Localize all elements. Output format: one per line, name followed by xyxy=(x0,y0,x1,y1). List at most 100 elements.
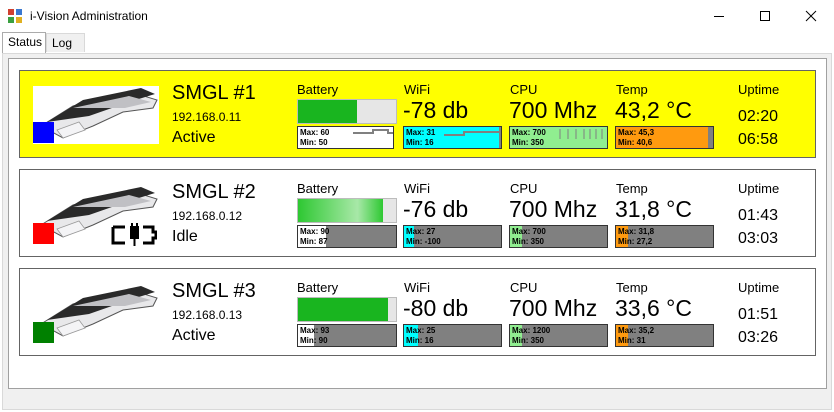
tab-status[interactable]: Status xyxy=(2,32,46,53)
device-state: Active xyxy=(172,327,216,344)
device-card[interactable]: SMGL #2 192.168.0.12 Idle Battery Max: 9… xyxy=(19,169,816,257)
cpu-max: Max: 700 xyxy=(512,227,546,236)
temp-min: Min: 27,2 xyxy=(618,237,653,246)
cpu-max: Max: 1200 xyxy=(512,326,551,335)
device-name: SMGL #3 xyxy=(172,280,256,302)
device-image xyxy=(33,185,159,246)
battery-bar xyxy=(297,99,397,124)
cpu-value: 700 Mhz xyxy=(509,295,598,321)
battery-fill xyxy=(298,199,384,222)
cpu-value: 700 Mhz xyxy=(509,196,598,222)
wifi-min: Min: -100 xyxy=(406,237,441,246)
status-indicator xyxy=(33,122,54,143)
device-card[interactable]: SMGL #1 192.168.0.11 Active Battery Max:… xyxy=(19,70,816,158)
battery-max: Max: 60 xyxy=(300,128,330,137)
temp-history: Max: 35,2 Min: 31 xyxy=(615,324,714,347)
wifi-label: WiFi xyxy=(404,82,430,97)
battery-label: Battery xyxy=(297,181,339,196)
wifi-label: WiFi xyxy=(404,280,430,295)
device-name: SMGL #2 xyxy=(172,181,256,203)
wifi-history: Max: 25 Min: 16 xyxy=(403,324,502,347)
cpu-label: CPU xyxy=(510,82,538,97)
cpu-label: CPU xyxy=(510,181,538,196)
minimize-button[interactable] xyxy=(696,0,742,32)
cpu-max: Max: 700 xyxy=(512,128,546,137)
device-ip: 192.168.0.12 xyxy=(172,209,243,223)
device-ip: 192.168.0.11 xyxy=(172,110,242,124)
maximize-icon xyxy=(760,11,770,21)
device-state: Idle xyxy=(172,228,198,245)
uptime-label: Uptime xyxy=(738,82,780,97)
battery-label: Battery xyxy=(297,280,339,295)
cpu-history: Max: 700 Min: 350 xyxy=(509,225,608,248)
temp-label: Temp xyxy=(616,280,648,295)
uptime-value: 02:20 xyxy=(738,108,779,125)
cpu-value: 700 Mhz xyxy=(509,97,598,123)
wifi-value: -78 db xyxy=(403,97,469,123)
battery-label: Battery xyxy=(297,82,339,97)
wifi-max: Max: 25 xyxy=(406,326,436,335)
temp-history: Max: 45,3 Min: 40,6 xyxy=(615,126,714,149)
wifi-value: -76 db xyxy=(403,196,469,222)
device-name: SMGL #1 xyxy=(172,82,256,104)
status-indicator xyxy=(33,223,54,244)
devices-panel: SMGL #1 192.168.0.11 Active Battery Max:… xyxy=(8,58,827,389)
tab-strip: Status Log xyxy=(0,32,834,53)
cpu-min: Min: 350 xyxy=(512,237,545,246)
temp-max: Max: 35,2 xyxy=(618,326,655,335)
status-tab-panel: SMGL #1 192.168.0.11 Active Battery Max:… xyxy=(2,53,832,410)
battery-min: Min: 90 xyxy=(300,336,328,345)
title-bar: i-Vision Administration xyxy=(0,0,834,32)
temp-value: 43,2 °C xyxy=(615,97,692,123)
device-ip: 192.168.0.13 xyxy=(172,308,243,322)
temp-history: Max: 31,8 Min: 27,2 xyxy=(615,225,714,248)
uptime-total: 06:58 xyxy=(738,131,779,148)
temp-value: 33,6 °C xyxy=(615,295,692,321)
battery-bar xyxy=(297,297,397,322)
cpu-min: Min: 350 xyxy=(512,138,545,147)
battery-fill xyxy=(298,298,389,321)
temp-label: Temp xyxy=(616,181,648,196)
battery-max: Max: 93 xyxy=(300,326,330,335)
wifi-history: Max: 27 Min: -100 xyxy=(403,225,502,248)
close-button[interactable] xyxy=(788,0,834,32)
battery-max: Max: 90 xyxy=(300,227,330,236)
wifi-min: Min: 16 xyxy=(406,336,434,345)
device-card[interactable]: SMGL #3 192.168.0.13 Active Battery Max:… xyxy=(19,268,816,356)
uptime-value: 01:43 xyxy=(738,207,779,224)
uptime-total: 03:03 xyxy=(738,230,779,247)
wifi-label: WiFi xyxy=(404,181,430,196)
maximize-button[interactable] xyxy=(742,0,788,32)
battery-history: Max: 93 Min: 90 xyxy=(297,324,397,347)
wifi-max: Max: 27 xyxy=(406,227,436,236)
battery-min: Min: 87 xyxy=(300,237,328,246)
temp-min: Min: 40,6 xyxy=(618,138,653,147)
device-image xyxy=(33,284,159,343)
battery-fill xyxy=(298,100,357,123)
wifi-history: Max: 31 Min: 16 xyxy=(403,126,502,149)
tab-log[interactable]: Log xyxy=(46,33,85,52)
cpu-min: Min: 350 xyxy=(512,336,545,345)
cpu-label: CPU xyxy=(510,280,538,295)
device-image xyxy=(33,86,159,144)
status-indicator xyxy=(33,322,54,343)
uptime-value: 01:51 xyxy=(738,306,779,323)
battery-min: Min: 50 xyxy=(300,138,328,147)
window-title: i-Vision Administration xyxy=(30,9,148,23)
close-icon xyxy=(805,10,817,22)
app-icon xyxy=(8,9,22,23)
uptime-label: Uptime xyxy=(738,280,780,295)
temp-max: Max: 45,3 xyxy=(618,128,655,137)
cpu-history: Max: 700 Min: 350 xyxy=(509,126,608,149)
battery-history: Max: 90 Min: 87 xyxy=(297,225,397,248)
cpu-history: Max: 1200 Min: 350 xyxy=(509,324,608,347)
charging-icon xyxy=(111,223,157,246)
temp-value: 31,8 °C xyxy=(615,196,692,222)
battery-bar xyxy=(297,198,397,223)
temp-max: Max: 31,8 xyxy=(618,227,655,236)
uptime-label: Uptime xyxy=(738,181,780,196)
wifi-min: Min: 16 xyxy=(406,138,434,147)
device-state: Active xyxy=(172,129,216,146)
temp-label: Temp xyxy=(616,82,648,97)
wifi-value: -80 db xyxy=(403,295,469,321)
